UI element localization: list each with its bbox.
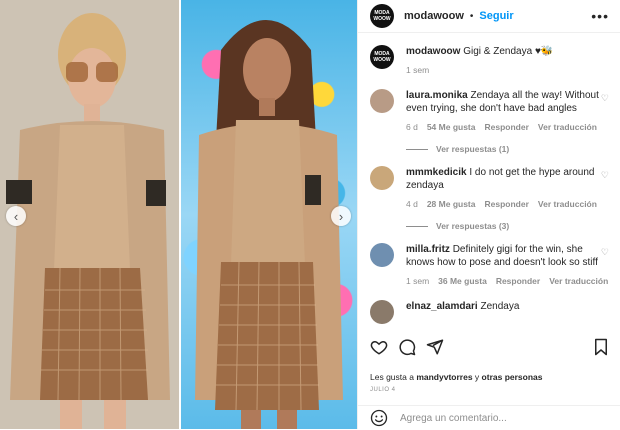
separator-dot: • — [469, 10, 474, 22]
comment-item: elnaz_alamdari Zendaya — [370, 300, 609, 324]
comment-time[interactable]: 6 d — [406, 121, 418, 134]
like-comment-icon[interactable]: ♡ — [601, 93, 609, 104]
comment-time[interactable]: 1 sem — [406, 275, 429, 288]
comment-item: laura.monika Zendaya all the way! Withou… — [370, 89, 609, 134]
avatar[interactable]: MODA WOOW — [370, 4, 394, 28]
likes-connector: y — [474, 372, 480, 382]
comment-avatar[interactable] — [370, 166, 394, 190]
translate-button[interactable]: Ver traducción — [538, 121, 597, 134]
reply-button[interactable]: Responder — [496, 275, 540, 288]
instagram-post: ‹ › MODA WOOW modawoow • Seguir ••• MODA… — [0, 0, 620, 429]
like-comment-icon[interactable]: ♡ — [601, 170, 609, 181]
view-replies-label[interactable]: Ver respuestas (1) — [436, 144, 509, 154]
translate-button[interactable]: Ver traducción — [549, 275, 608, 288]
add-comment-bar: Agrega un comentario... — [358, 405, 620, 430]
likes-user[interactable]: mandyvtorres — [416, 372, 472, 382]
like-heart-icon[interactable] — [370, 338, 388, 356]
model-left-illustration — [0, 0, 179, 429]
likes-others[interactable]: otras personas — [482, 372, 543, 382]
post-media[interactable]: ‹ › — [0, 0, 357, 429]
comments-list[interactable]: MODA WOOW modawoow Gigi & Zendaya ♥🐝 1 s… — [358, 33, 620, 328]
follow-button[interactable]: Seguir — [479, 10, 513, 22]
view-replies-label[interactable]: Ver respuestas (3) — [436, 221, 509, 231]
reply-button[interactable]: Responder — [484, 198, 528, 211]
comment-username[interactable]: laura.monika — [406, 90, 468, 101]
next-arrow-icon[interactable]: › — [331, 206, 351, 226]
share-send-icon[interactable] — [426, 338, 444, 356]
view-replies-button[interactable]: Ver respuestas (3) — [406, 221, 609, 231]
comment-likes[interactable]: 54 Me gusta — [427, 121, 476, 134]
comment-avatar[interactable] — [370, 89, 394, 113]
post-actions — [370, 338, 609, 356]
comment-avatar[interactable] — [370, 243, 394, 267]
likes-summary: Les gusta a mandyvtorres y otras persona… — [370, 372, 543, 382]
translate-button[interactable]: Ver traducción — [538, 198, 597, 211]
replies-line — [406, 148, 428, 150]
bookmark-icon[interactable] — [593, 338, 609, 356]
comment-avatar[interactable] — [370, 300, 394, 324]
comment-text: Zendaya — [480, 301, 520, 312]
post-header: MODA WOOW modawoow • Seguir ••• — [358, 0, 620, 33]
caption-username[interactable]: modawoow — [406, 46, 460, 57]
comment-item: mmmkedicik I do not get the hype around … — [370, 166, 609, 211]
caption: MODA WOOW modawoow Gigi & Zendaya ♥🐝 1 s… — [370, 45, 609, 77]
comment-bubble-icon[interactable] — [398, 338, 416, 356]
reply-button[interactable]: Responder — [484, 121, 528, 134]
caption-avatar[interactable]: MODA WOOW — [370, 45, 394, 69]
caption-text: Gigi & Zendaya ♥🐝 — [463, 46, 554, 57]
photo-left — [0, 0, 179, 429]
caption-time[interactable]: 1 sem — [406, 64, 429, 77]
emoji-icon[interactable] — [370, 409, 388, 427]
more-options-icon[interactable]: ••• — [591, 8, 609, 24]
post-details-panel: MODA WOOW modawoow • Seguir ••• MODA WOO… — [357, 0, 620, 429]
likes-prefix: Les gusta a — [370, 372, 414, 382]
like-comment-icon[interactable]: ♡ — [601, 247, 609, 258]
comment-username[interactable]: mmmkedicik — [406, 167, 467, 178]
comment-likes[interactable]: 28 Me gusta — [427, 198, 476, 211]
comment-time[interactable]: 4 d — [406, 198, 418, 211]
comment-likes[interactable]: 36 Me gusta — [438, 275, 487, 288]
post-username[interactable]: modawoow — [404, 10, 464, 22]
comment-username[interactable]: milla.fritz — [406, 244, 450, 255]
prev-arrow-icon[interactable]: ‹ — [6, 206, 26, 226]
view-replies-button[interactable]: Ver respuestas (1) — [406, 144, 609, 154]
comment-username[interactable]: elnaz_alamdari — [406, 301, 478, 312]
post-date[interactable]: JULIO 4 — [370, 387, 396, 393]
comment-input[interactable]: Agrega un comentario... — [400, 413, 507, 424]
comment-item: milla.fritz Definitely gigi for the win,… — [370, 243, 609, 288]
replies-line — [406, 225, 428, 227]
